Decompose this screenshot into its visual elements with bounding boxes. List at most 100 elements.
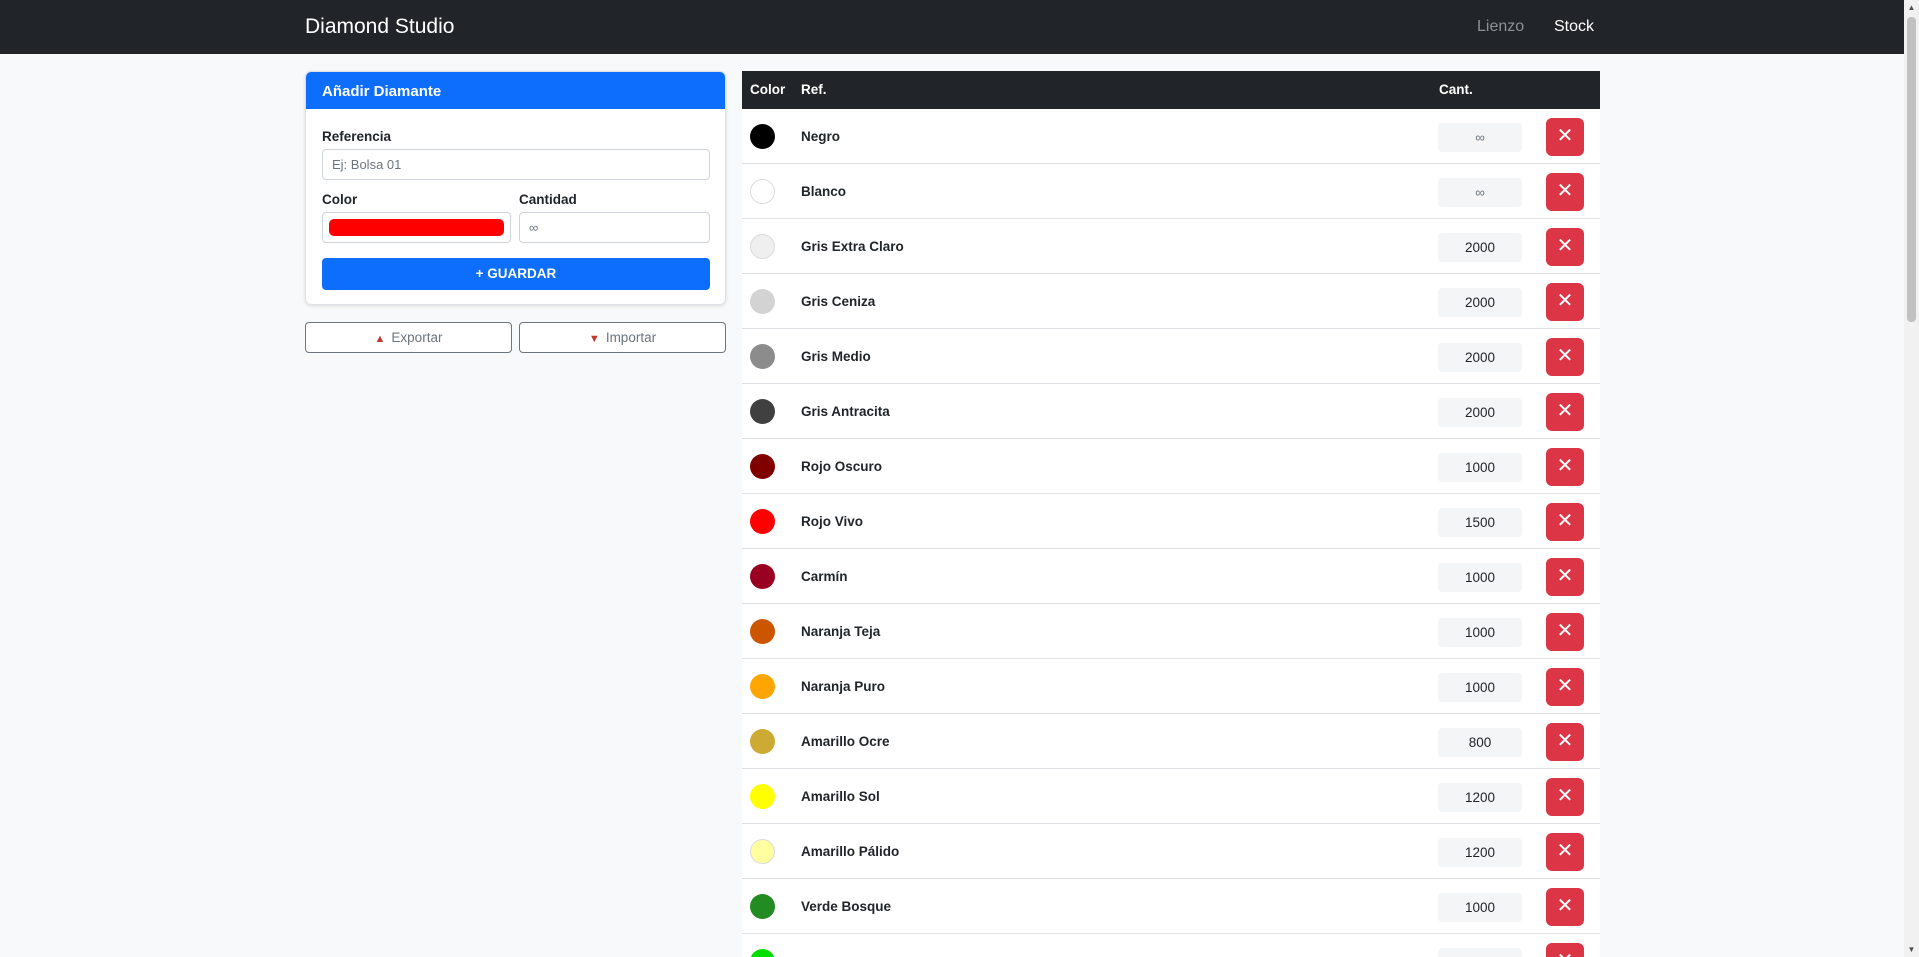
table-row: Blanco ∞ ✕	[742, 164, 1600, 219]
row-reference: Negro	[801, 129, 841, 144]
row-reference: Amarillo Pálido	[801, 844, 900, 859]
delete-row-button[interactable]: ✕	[1546, 393, 1584, 431]
export-button-label: Exportar	[391, 330, 443, 345]
close-icon: ✕	[1556, 565, 1574, 587]
quantity-input[interactable]: ∞	[519, 212, 710, 243]
scroll-down-arrow-icon[interactable]: ▼	[1904, 942, 1919, 957]
close-icon: ✕	[1556, 620, 1574, 642]
delete-row-button[interactable]: ✕	[1546, 558, 1584, 596]
delete-row-button[interactable]: ✕	[1546, 448, 1584, 486]
delete-row-button[interactable]: ✕	[1546, 943, 1584, 957]
row-quantity-input[interactable]: 1200	[1438, 783, 1522, 812]
brand-title[interactable]: Diamond Studio	[305, 15, 454, 39]
row-reference: Gris Medio	[801, 349, 871, 364]
close-icon: ✕	[1556, 180, 1574, 202]
quantity-label: Cantidad	[519, 192, 577, 207]
navbar: Diamond Studio Lienzo Stock	[0, 0, 1904, 54]
page-scrollbar[interactable]: ▲ ▼	[1904, 0, 1919, 957]
color-picker[interactable]	[322, 212, 511, 243]
close-icon: ✕	[1556, 510, 1574, 532]
color-dot	[750, 784, 775, 809]
header-qty: Cant.	[1439, 82, 1473, 97]
delete-row-button[interactable]: ✕	[1546, 283, 1584, 321]
row-quantity-input[interactable]: 1000	[1438, 618, 1522, 647]
color-label: Color	[322, 192, 358, 207]
color-dot	[750, 124, 775, 149]
table-row: Rojo Oscuro 1000 ✕	[742, 439, 1600, 494]
row-quantity-input[interactable]: ∞	[1438, 178, 1522, 207]
export-icon: ▲	[374, 333, 386, 345]
color-dot	[750, 289, 775, 314]
row-reference: Gris Extra Claro	[801, 239, 904, 254]
color-dot	[750, 179, 775, 204]
close-icon: ✕	[1556, 125, 1574, 147]
color-dot	[750, 399, 775, 424]
close-icon: ✕	[1556, 785, 1574, 807]
save-button-label: + GUARDAR	[475, 266, 557, 281]
row-quantity-input[interactable]: 2000	[1438, 343, 1522, 372]
table-row: Gris Antracita 2000 ✕	[742, 384, 1600, 439]
color-picker-swatch	[329, 219, 504, 236]
close-icon: ✕	[1556, 840, 1574, 862]
delete-row-button[interactable]: ✕	[1546, 668, 1584, 706]
row-quantity-input[interactable]: 2000	[1438, 398, 1522, 427]
row-quantity-input[interactable]: 800	[1438, 728, 1522, 757]
row-reference: Naranja Teja	[801, 624, 881, 639]
row-reference: Gris Ceniza	[801, 294, 876, 309]
table-row: Gris Extra Claro 2000 ✕	[742, 219, 1600, 274]
import-button-label: Importar	[605, 330, 657, 345]
row-reference: Blanco	[801, 184, 847, 199]
row-quantity-input[interactable]: 1000	[1438, 673, 1522, 702]
table-row: Naranja Puro 1000 ✕	[742, 659, 1600, 714]
row-quantity-input[interactable]: 1000	[1438, 453, 1522, 482]
color-dot	[750, 894, 775, 919]
color-dot	[750, 729, 775, 754]
color-dot	[750, 674, 775, 699]
row-reference: Rojo Oscuro	[801, 459, 883, 474]
close-icon: ✕	[1557, 950, 1574, 957]
close-icon: ✕	[1556, 455, 1574, 477]
row-quantity-input[interactable]: 2000	[1438, 233, 1522, 262]
save-button[interactable]: + GUARDAR	[322, 258, 710, 290]
close-icon: ✕	[1556, 675, 1574, 697]
color-dot	[750, 509, 775, 534]
table-row: Amarillo Pálido 1200 ✕	[742, 824, 1600, 879]
delete-row-button[interactable]: ✕	[1546, 228, 1584, 266]
row-quantity-input[interactable]: ∞	[1438, 123, 1522, 152]
close-icon: ✕	[1556, 730, 1574, 752]
delete-row-button[interactable]: ✕	[1546, 173, 1584, 211]
delete-row-button[interactable]: ✕	[1546, 833, 1584, 871]
delete-row-button[interactable]: ✕	[1546, 778, 1584, 816]
row-reference: Verde Bosque	[801, 899, 892, 914]
delete-row-button[interactable]: ✕	[1546, 888, 1584, 926]
delete-row-button[interactable]: ✕	[1546, 338, 1584, 376]
row-reference: Amarillo Sol	[801, 789, 880, 804]
scroll-up-arrow-icon[interactable]: ▲	[1904, 0, 1919, 15]
table-row: Amarillo Sol 1200 ✕	[742, 769, 1600, 824]
row-quantity-input[interactable]: 1000	[1438, 563, 1522, 592]
row-quantity-input[interactable]: 1000	[1438, 893, 1522, 922]
row-reference: Carmín	[801, 569, 848, 584]
table-row: Naranja Teja 1000 ✕	[742, 604, 1600, 659]
nav-link-stock[interactable]: Stock	[1554, 18, 1594, 36]
reference-input[interactable]: Ej: Bolsa 01	[322, 149, 710, 180]
table-row: Negro ∞ ✕	[742, 109, 1600, 164]
color-dot	[750, 949, 775, 957]
row-quantity-input[interactable]: 2000	[1438, 288, 1522, 317]
row-quantity-input[interactable]: 1500	[1438, 508, 1522, 537]
row-quantity-input[interactable]: 1200	[1438, 838, 1522, 867]
delete-row-button[interactable]: ✕	[1546, 503, 1584, 541]
delete-row-button[interactable]: ✕	[1546, 723, 1584, 761]
row-reference: Gris Antracita	[801, 404, 890, 419]
color-dot	[750, 344, 775, 369]
import-button[interactable]: ▼ Importar	[519, 322, 726, 353]
export-button[interactable]: ▲ Exportar	[305, 322, 512, 353]
delete-row-button[interactable]: ✕	[1546, 118, 1584, 156]
scrollbar-thumb[interactable]	[1907, 17, 1916, 322]
card-title: Añadir Diamante	[306, 72, 725, 109]
row-quantity-input[interactable]	[1438, 948, 1522, 957]
close-icon: ✕	[1556, 345, 1574, 367]
nav-link-lienzo[interactable]: Lienzo	[1477, 18, 1524, 36]
delete-row-button[interactable]: ✕	[1546, 613, 1584, 651]
header-ref: Ref.	[801, 82, 827, 97]
